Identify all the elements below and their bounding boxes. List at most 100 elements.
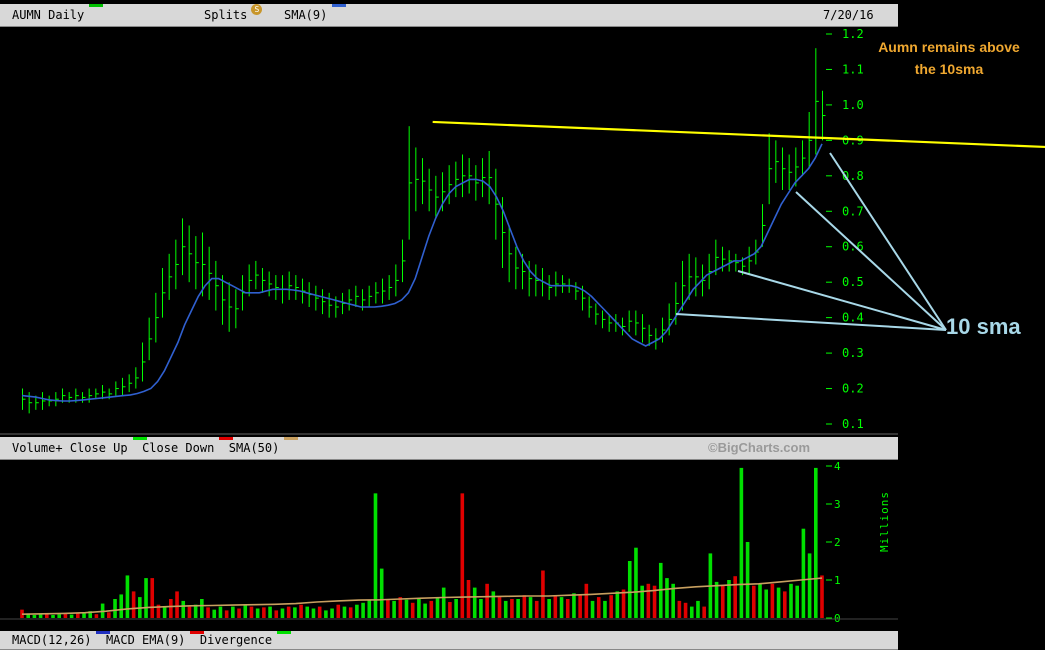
volume-bar [640, 585, 644, 618]
volume-bar [739, 467, 744, 618]
volume-bar [113, 599, 117, 618]
volume-bar [144, 578, 148, 618]
volume-bar [237, 608, 241, 618]
volume-bar [534, 600, 539, 618]
volume-bar [497, 597, 502, 618]
volume-bar [733, 576, 737, 618]
volume-bar [82, 613, 86, 618]
volume-bar [795, 585, 799, 618]
volume-bar [807, 553, 812, 618]
volume-bar [448, 602, 452, 618]
volume-bar [646, 583, 651, 618]
volume-bar [379, 568, 384, 618]
volume-bar [714, 581, 719, 618]
volume-bar [361, 602, 365, 618]
volume-bar [491, 591, 496, 618]
volume-bar [69, 614, 74, 618]
volume-bar [286, 606, 291, 618]
volume-bar [187, 606, 192, 618]
volume-bar [51, 614, 55, 618]
volume-bar [119, 594, 124, 618]
price-tick-label: 1.0 [842, 98, 864, 112]
volume-bar [175, 591, 179, 618]
volume-bar [231, 606, 235, 618]
resistance-trendline [432, 120, 1045, 149]
volume-bar [627, 561, 632, 618]
volume-bar [547, 599, 551, 618]
price-tick-label: 0.5 [842, 275, 864, 289]
sma-callout-line [675, 313, 947, 331]
volume-bar [677, 600, 682, 618]
volume-bar [472, 587, 477, 618]
volume-bar [689, 606, 694, 618]
volume-bar [268, 606, 272, 618]
volume-bar [429, 600, 434, 618]
volume-bar [578, 595, 582, 618]
volume-bar [57, 614, 62, 618]
volume-bar [776, 587, 781, 618]
volume-bar [193, 604, 198, 618]
volume-bar [355, 604, 359, 618]
volume-bar [522, 595, 527, 618]
volume-bar [609, 595, 613, 618]
volume-bar [212, 609, 217, 618]
volume-bar [702, 606, 706, 618]
volume-bar [243, 604, 248, 618]
volume-tick-label: 4 [834, 460, 841, 473]
volume-bar [336, 604, 341, 618]
volume-bar [621, 589, 626, 618]
volume-bar [255, 608, 260, 618]
volume-bar [603, 600, 607, 618]
volume-bar [479, 599, 483, 618]
volume-bar [503, 600, 508, 618]
volume-bar [466, 580, 471, 618]
volume-bar [107, 612, 111, 618]
volume-bar [782, 591, 787, 618]
chart-svg: 0.10.20.30.40.50.60.70.80.91.01.11.20123… [0, 27, 1045, 625]
volume-bar [565, 599, 570, 618]
volume-bar [820, 575, 824, 618]
volume-bar [720, 585, 725, 618]
volume-bar [634, 547, 638, 618]
volume-bar [392, 600, 396, 618]
volume-bar [218, 606, 223, 618]
volume-bar [150, 578, 155, 618]
volume-bar [125, 575, 130, 618]
volume-bar [696, 600, 700, 618]
annotation-line-1: Aumn remains above [878, 39, 1020, 55]
annotation-line-2: the 10sma [914, 61, 984, 77]
volume-bar [342, 606, 347, 618]
volume-bar [683, 602, 688, 618]
volume-bar [324, 610, 328, 618]
volume-bar [541, 570, 545, 618]
sma-callout-label: 10 sma [946, 314, 1021, 339]
volume-bar [299, 604, 303, 618]
annotation-title: Aumn remains above the 10sma [858, 36, 1040, 80]
price-tick-label: 0.4 [842, 311, 864, 325]
price-tick-label: 0.2 [842, 382, 864, 396]
volume-bar [801, 528, 806, 618]
volume-bar [181, 600, 186, 618]
volume-bar [410, 602, 415, 618]
volume-tick-label: 2 [834, 536, 841, 549]
volume-bar [317, 606, 322, 618]
volume-bar [293, 607, 297, 618]
volume-bar [274, 610, 279, 618]
volume-bar [311, 608, 316, 618]
volume-bar [224, 610, 229, 618]
price-tick-label: 0.1 [842, 417, 864, 431]
volume-sma50-line [21, 577, 823, 615]
volume-bar [417, 599, 421, 618]
volume-bar [745, 542, 750, 618]
volume-bar [485, 583, 489, 618]
price-tick-label: 0.3 [842, 346, 864, 360]
volume-bar [38, 614, 43, 618]
volume-bar [131, 591, 136, 618]
volume-bar [510, 599, 514, 618]
volume-bar [764, 589, 768, 618]
volume-bar [454, 599, 458, 618]
volume-bar [169, 599, 173, 618]
volume-bar [460, 493, 465, 618]
volume-bar [367, 599, 372, 618]
volume-bar [596, 597, 601, 618]
